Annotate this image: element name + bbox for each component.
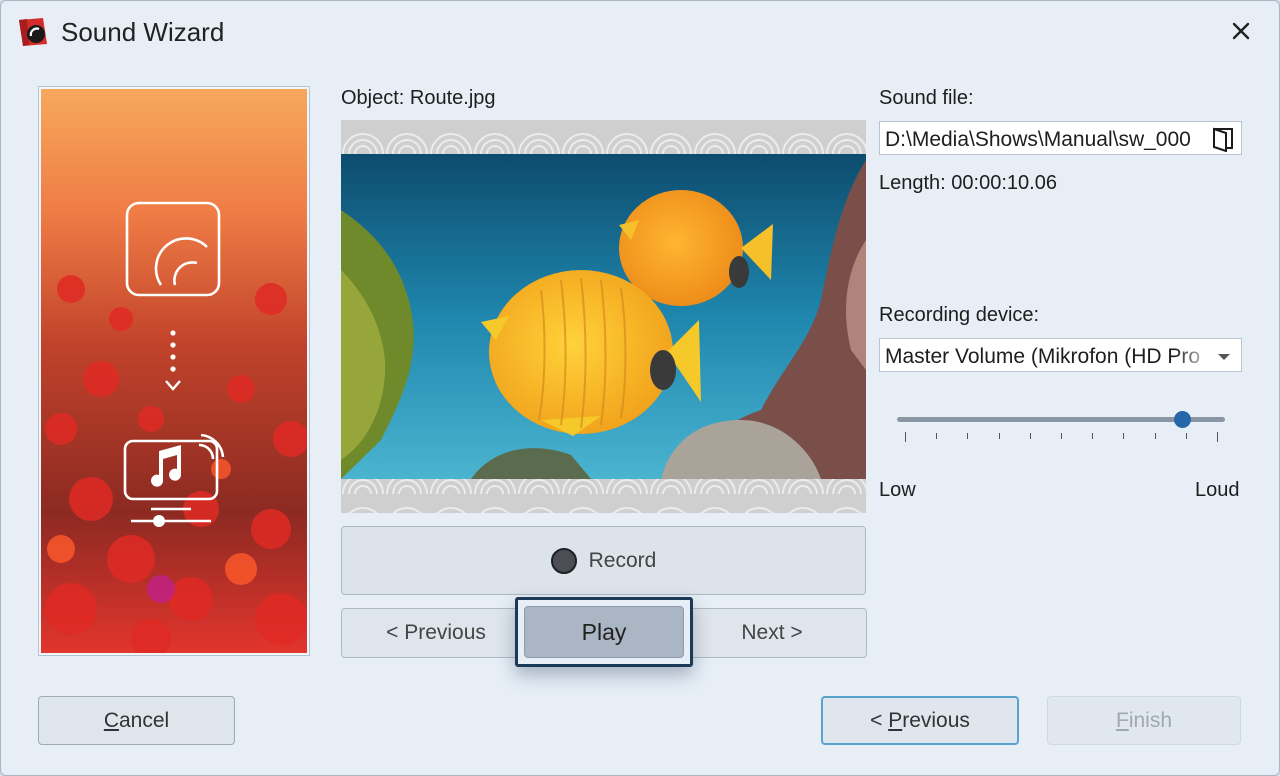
- chevron-down-icon: [1218, 354, 1230, 360]
- sound-length: Length: 00:00:10.06: [879, 172, 1057, 194]
- record-label: Record: [588, 548, 657, 572]
- slider-tick: [1185, 433, 1187, 439]
- slider-tick: [1029, 433, 1031, 439]
- record-dot-icon: [550, 547, 577, 574]
- slider-tick: [936, 433, 938, 439]
- previous-object-button[interactable]: < Previous: [341, 608, 531, 658]
- slider-tick: [1061, 433, 1062, 439]
- recording-device-select[interactable]: Master Volume (Mikrofon (HD Pro: [879, 338, 1242, 372]
- record-button[interactable]: Record: [341, 526, 866, 595]
- window-title: Sound Wizard: [61, 17, 225, 47]
- title-bar: Sound Wizard: [1, 1, 1279, 63]
- next-object-button[interactable]: Next >: [677, 608, 867, 658]
- slider-tick: [905, 432, 906, 442]
- slider-thumb[interactable]: [1173, 411, 1191, 428]
- sound-file-path: D:\Media\Shows\Manual\sw_000: [885, 128, 1191, 151]
- close-icon[interactable]: [1225, 15, 1257, 47]
- sound-wizard-window: Sound Wizard Object: Route.jpg Record < …: [0, 0, 1280, 776]
- object-preview-image: [341, 120, 866, 513]
- slider-tick: [998, 433, 1000, 439]
- play-button-focus-ring: Play: [515, 597, 693, 667]
- play-button[interactable]: Play: [524, 606, 684, 658]
- slider-tick: [967, 433, 969, 439]
- app-logo-icon: [19, 18, 47, 46]
- volume-loud-label: Loud: [1195, 479, 1240, 501]
- sound-file-label: Sound file:: [879, 87, 974, 109]
- finish-button: Finish: [1047, 696, 1241, 745]
- slider-tick: [1217, 432, 1218, 442]
- recording-device-label: Recording device:: [879, 304, 1040, 326]
- sound-file-field[interactable]: D:\Media\Shows\Manual\sw_000: [879, 121, 1242, 155]
- previous-page-button[interactable]: < Previous: [821, 696, 1019, 745]
- slider-tick: [1092, 433, 1094, 439]
- cancel-button[interactable]: Cancel: [38, 696, 235, 745]
- recording-device-value: Master Volume (Mikrofon (HD Pro: [885, 345, 1201, 368]
- slider-tick: [1123, 433, 1125, 439]
- recording-volume-slider[interactable]: [897, 410, 1225, 450]
- wizard-banner-image: [39, 87, 309, 655]
- slider-tick: [1154, 433, 1156, 439]
- object-label: Object: Route.jpg: [341, 87, 496, 109]
- volume-low-label: Low: [879, 479, 916, 501]
- open-folder-icon[interactable]: [1211, 126, 1235, 152]
